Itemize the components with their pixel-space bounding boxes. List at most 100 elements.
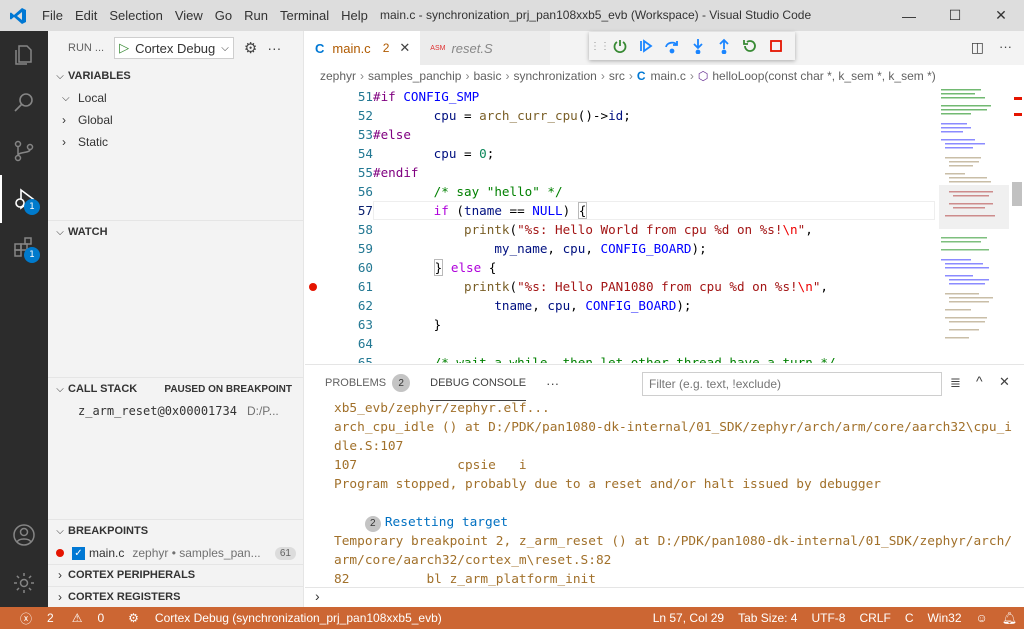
step-into-icon[interactable]	[685, 33, 711, 59]
code-editor[interactable]: 51 #if CONFIG_SMP 52 cpu = arch_curr_cpu(…	[305, 87, 1024, 363]
more-actions-icon[interactable]: ···	[999, 39, 1012, 54]
feedback-icon[interactable]: ☺	[969, 611, 995, 625]
menu-help[interactable]: Help	[335, 0, 374, 31]
chevron-down-icon: ⌵	[221, 42, 229, 54]
minimap[interactable]	[939, 87, 1009, 363]
maximize-panel-icon[interactable]: ^	[976, 373, 983, 389]
variables-local[interactable]: ⌵ Local	[62, 87, 107, 109]
run-debug-icon[interactable]: 1	[0, 175, 48, 223]
step-out-icon[interactable]	[711, 33, 737, 59]
status-bar: ⓧ 2 ⚠ 0 ⚙ Cortex Debug (synchronization_prj…	[0, 607, 1024, 629]
account-icon[interactable]	[0, 511, 48, 559]
console-filter-input[interactable]: Filter (e.g. text, !exclude)	[642, 372, 942, 396]
close-tab-icon[interactable]: ✕	[399, 40, 410, 56]
breadcrumb-item[interactable]: synchronization	[513, 69, 596, 83]
clear-console-icon[interactable]: ≣	[950, 375, 961, 391]
cortex-peripherals-header[interactable]: › CORTEX PERIPHERALS	[48, 564, 304, 586]
step-over-icon[interactable]	[659, 33, 685, 59]
problems-status[interactable]: ⓧ 2 ⚠ 0	[0, 610, 116, 627]
variables-header[interactable]: ⌵ VARIABLES	[48, 65, 304, 87]
menu-edit[interactable]: Edit	[69, 0, 103, 31]
explorer-icon[interactable]	[0, 31, 48, 79]
source-control-icon[interactable]	[0, 127, 48, 175]
repeat-count-badge: 2	[364, 515, 381, 532]
bottom-panel: PROBLEMS 2 DEBUG CONSOLE ··· Filter (e.g…	[305, 364, 1024, 607]
debug-status[interactable]: ⚙ Cortex Debug (synchronization_prj_pan10…	[116, 611, 454, 625]
menu-selection[interactable]: Selection	[103, 0, 168, 31]
menu-go[interactable]: Go	[209, 0, 238, 31]
scrollbar-marker	[1014, 113, 1022, 116]
chevron-right-icon: ›	[62, 113, 66, 127]
close-icon[interactable]: ✕	[978, 0, 1024, 31]
restart-power-icon[interactable]	[607, 33, 633, 59]
tab-size[interactable]: Tab Size: 4	[731, 611, 804, 625]
continue-icon[interactable]	[633, 33, 659, 59]
chevron-down-icon: ⌵	[56, 383, 64, 395]
encoding[interactable]: UTF-8	[804, 611, 852, 625]
window-controls: — ☐ ✕	[886, 0, 1024, 31]
menu-file[interactable]: File	[36, 0, 69, 31]
warning-icon: ⚠	[71, 611, 83, 625]
breadcrumb-item[interactable]: helloLoop(const char *, k_sem *, k_sem *…	[712, 69, 935, 83]
cursor-position[interactable]: Ln 57, Col 29	[646, 611, 731, 625]
menu-run[interactable]: Run	[238, 0, 274, 31]
console-line: arch_cpu_idle () at D:/PDK/pan1080-dk-in…	[334, 420, 1012, 435]
settings-gear-icon[interactable]	[0, 559, 48, 607]
menu-terminal[interactable]: Terminal	[274, 0, 335, 31]
breadcrumb-item[interactable]: samples_panchip	[368, 69, 461, 83]
more-actions-icon[interactable]: ···	[546, 376, 559, 391]
language-mode[interactable]: C	[898, 611, 921, 625]
chevron-right-icon: ›	[58, 590, 62, 604]
debug-floating-toolbar: ⋮⋮	[589, 32, 795, 60]
console-line: xb5_evb/zephyr/zephyr.elf...	[334, 401, 550, 416]
breakpoint-line-badge: 61	[274, 546, 296, 560]
activity-bar: 1 1	[0, 31, 48, 607]
callstack-frame[interactable]: z_arm_reset@0x00001734 D:/P...	[78, 400, 279, 422]
run-label: RUN ...	[68, 42, 105, 54]
scrollbar-marker	[1014, 97, 1022, 100]
function-cube-icon: ⬡	[697, 69, 709, 83]
breadcrumb-item[interactable]: basic	[473, 69, 501, 83]
chevron-down-icon: ⌵	[56, 226, 64, 238]
search-icon[interactable]	[0, 79, 48, 127]
breadcrumb-item[interactable]: zephyr	[320, 69, 356, 83]
console-repl-input[interactable]: ›	[305, 587, 1024, 608]
minimize-icon[interactable]: —	[886, 0, 932, 31]
scrollbar-thumb[interactable]	[1012, 182, 1022, 206]
console-line: 107 cpsie i	[334, 458, 527, 473]
error-icon: ⓧ	[20, 611, 33, 626]
breakpoints-header[interactable]: ⌵ BREAKPOINTS	[48, 520, 304, 542]
editor-scrollbar[interactable]	[1010, 87, 1024, 363]
extensions-icon[interactable]: 1	[0, 223, 48, 271]
launch-config-select[interactable]: ▷ Cortex Debug ⌵	[114, 37, 234, 59]
close-panel-icon[interactable]: ✕	[999, 374, 1010, 390]
stop-icon[interactable]	[763, 33, 789, 59]
more-actions-icon[interactable]: ···	[267, 40, 281, 56]
tab-main-c[interactable]: C main.c 2 ✕	[305, 31, 421, 65]
console-line: Temporary breakpoint 2, z_arm_reset () a…	[334, 534, 1012, 549]
c-file-icon: C	[636, 69, 646, 83]
breakpoint-checkbox[interactable]: ✓	[72, 546, 85, 560]
tab-debug-console[interactable]: DEBUG CONSOLE	[430, 365, 527, 401]
breadcrumb: zephyr › samples_panchip › basic › synchron…	[305, 65, 1024, 87]
variables-static[interactable]: › Static	[62, 131, 108, 153]
start-debug-icon[interactable]: ▷	[119, 40, 129, 56]
breadcrumb-item[interactable]: main.c	[651, 69, 686, 83]
drag-handle-icon[interactable]: ⋮⋮	[590, 33, 610, 59]
gear-icon[interactable]: ⚙	[244, 39, 257, 57]
maximize-icon[interactable]: ☐	[932, 0, 978, 31]
menu-view[interactable]: View	[169, 0, 209, 31]
breadcrumb-item[interactable]: src	[609, 69, 625, 83]
tab-problems[interactable]: PROBLEMS 2	[325, 365, 411, 401]
cortex-registers-header[interactable]: › CORTEX REGISTERS	[48, 586, 304, 608]
restart-icon[interactable]	[737, 33, 763, 59]
platform[interactable]: Win32	[920, 611, 968, 625]
callstack-header[interactable]: ⌵ CALL STACK PAUSED ON BREAKPOINT	[48, 378, 304, 400]
split-editor-icon[interactable]: ◫	[971, 39, 984, 56]
watch-header[interactable]: ⌵ WATCH	[48, 221, 304, 243]
variables-global[interactable]: › Global	[62, 109, 113, 131]
breakpoint-item[interactable]: ✓ main.c zephyr • samples_pan... 61	[56, 542, 296, 564]
tab-reset-s[interactable]: ASM reset.S	[420, 31, 551, 65]
end-of-line[interactable]: CRLF	[852, 611, 897, 625]
notifications-bell-icon[interactable]: 🔔︎	[995, 611, 1024, 625]
